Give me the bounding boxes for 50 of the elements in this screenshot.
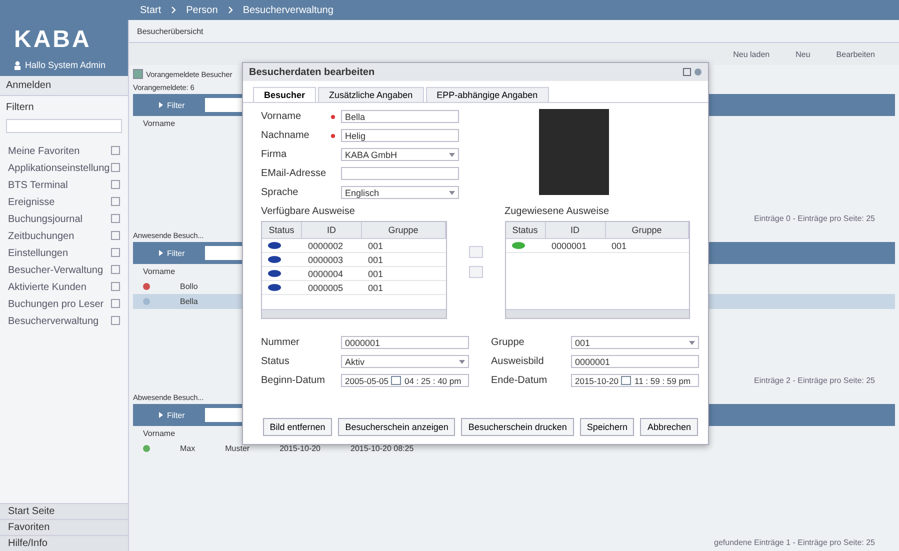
field-label: Beginn-Datum [261, 375, 326, 386]
table-cell-text: 0000002 [307, 240, 344, 250]
field-label: Ausweisbild [491, 356, 545, 367]
field-label: Nummer [261, 337, 300, 348]
logo: KABA [14, 26, 92, 54]
field-label: Ende-Datum [491, 375, 548, 386]
field-label: Status [261, 356, 290, 367]
table-cell-text: 0000001 [550, 240, 588, 250]
pager-text: Einträge 2 - Einträge pro Seite: 25 [754, 376, 875, 385]
column-header: ID [546, 222, 606, 238]
field-label: Firma [261, 149, 288, 160]
time-value: 11 : 59 : 59 pm [634, 376, 691, 386]
table-cell-text: 001 [367, 240, 384, 250]
table-cell-text: 001 [367, 282, 384, 292]
dialog-title: Besucherdaten bearbeiten [249, 66, 375, 78]
column-header: Status [506, 222, 546, 238]
field-label: EMail-Adresse [261, 168, 328, 179]
field-label: Sprache [261, 187, 300, 198]
field-label: Gruppe [491, 337, 526, 348]
column-header: Vorname [143, 267, 176, 276]
column-header: Gruppe [362, 222, 446, 238]
column-header: ID [302, 222, 362, 238]
table-cell: 2015-10-20 [280, 444, 320, 453]
pager-text: gefundene Einträge 1 - Einträge pro Seite: 25 [714, 538, 875, 547]
table-cell: 2015-10-20 08:25 [350, 444, 414, 453]
date-value: 2015-10-20 [575, 376, 618, 386]
field-label: Vorname [261, 111, 302, 122]
column-header: Status [262, 222, 302, 238]
table-title: Verfügbare Ausweise [261, 206, 356, 217]
filter-label: Filtern [5, 101, 35, 115]
time-value: 04 : 25 : 40 pm [404, 376, 462, 386]
table-cell: Muster [225, 444, 250, 453]
table-cell-text: 001 [610, 240, 628, 250]
table-cell: Max [180, 444, 196, 453]
table-cell: Bollo [180, 282, 198, 291]
table-cell-text: 001 [367, 254, 384, 264]
column-header: Vorname [143, 119, 176, 128]
table-title: Zugewiesene Ausweise [504, 206, 610, 217]
table-cell-text: 0000003 [307, 254, 344, 264]
table-cell-text: 0000004 [307, 268, 344, 278]
table-cell-text: 001 [367, 268, 384, 278]
table-cell: Bella [180, 297, 198, 306]
field-label: Nachname [261, 130, 310, 141]
date-value: 2005-05-05 [345, 376, 388, 386]
pager-text: Einträge 0 - Einträge pro Seite: 25 [754, 214, 875, 223]
column-header: Vorname [143, 429, 176, 438]
column-header: Gruppe [606, 222, 689, 238]
table-cell-text: 0000005 [307, 282, 344, 292]
user-name: Hallo System Admin [25, 60, 106, 70]
panel-header: Anmelden [0, 76, 128, 96]
